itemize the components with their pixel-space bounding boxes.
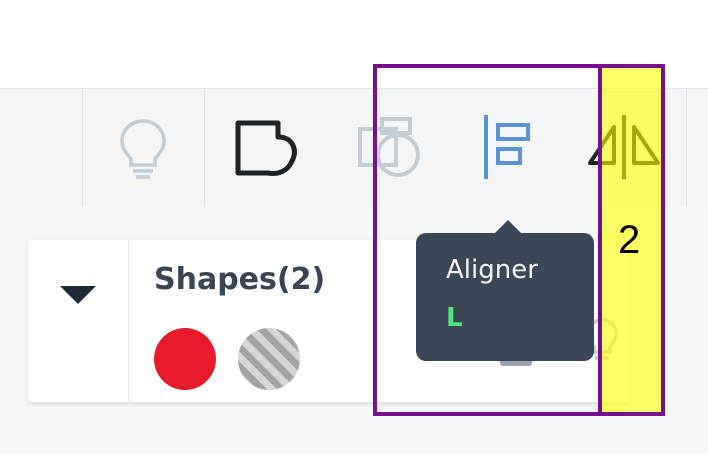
annotation-divider xyxy=(598,64,602,412)
toolbar-separator xyxy=(686,89,687,207)
lightbulb-icon xyxy=(120,119,166,179)
color-swatch-hatched[interactable] xyxy=(238,328,300,390)
collapse-toggle[interactable] xyxy=(58,280,98,310)
lightbulb-tool-button[interactable] xyxy=(98,103,188,193)
toolbar-separator xyxy=(82,89,83,207)
path-shape-icon xyxy=(235,120,297,176)
path-shape-tool-button[interactable] xyxy=(222,103,312,193)
color-swatch-red[interactable] xyxy=(154,328,216,390)
caret-down-icon xyxy=(60,286,96,304)
toolbar-separator xyxy=(204,89,205,207)
card-divider xyxy=(128,240,129,402)
layer-name: Shapes(2) xyxy=(154,262,326,297)
annotation-label: 2 xyxy=(618,218,641,262)
